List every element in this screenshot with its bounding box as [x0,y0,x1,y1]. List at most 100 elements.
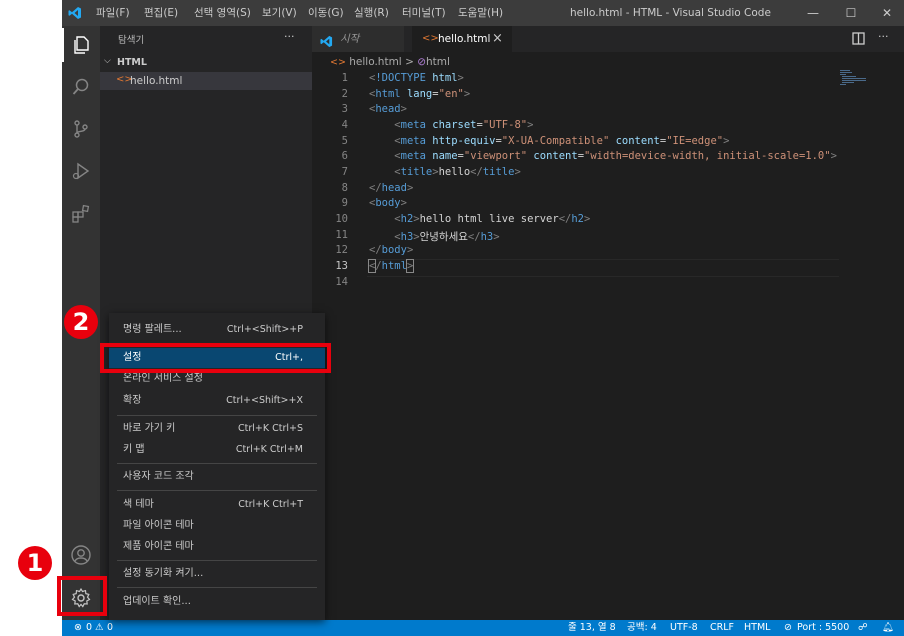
menu-item-settings-sync[interactable]: 설정 동기화 켜기... [109,564,325,584]
warning-icon[interactable]: ⚠ [95,620,104,636]
line-number: 9 [341,197,348,209]
feedback-icon[interactable]: ☍ [858,620,868,636]
menu-item-command-palette[interactable]: 명령 팔레트... Ctrl+<Shift>+P [109,320,325,340]
vscode-logo-icon [68,6,82,23]
code-line-13: </html> [367,259,415,273]
live-server-port[interactable]: Port : 5500 [797,620,849,636]
file-hello-html[interactable]: <> hello.html [100,72,312,90]
folder-html[interactable]: ⌵ HTML [100,54,312,72]
language-mode[interactable]: HTML [744,620,770,636]
line-number: 6 [341,150,348,162]
code-line-10: <h2>hello html live server</h2> [394,213,591,225]
line-ending[interactable]: CRLF [710,620,734,636]
code-line-6: <meta name="viewport" content="width=dev… [394,150,837,162]
menu-item-user-snippets[interactable]: 사용자 코드 조각 [109,467,325,487]
line-number: 1 [341,72,348,84]
close-window-button[interactable]: ✕ [872,0,902,26]
code-line-3: <head> [369,103,407,115]
menu-item-extensions[interactable]: 확장 Ctrl+<Shift>+X [109,391,325,411]
line-number: 3 [341,103,348,115]
explorer-header: 탐색기 [118,35,145,46]
menu-item-keymaps[interactable]: 키 맵 Ctrl+K Ctrl+M [109,440,325,460]
code-line-8: </head> [369,182,414,194]
minimize-button[interactable]: — [798,0,828,26]
status-bar: ⊗ 0 ⚠ 0 줄 13, 열 8 공백: 4 UTF-8 CRLF HTML … [62,620,904,636]
line-number: 13 [335,260,348,272]
menu-selection[interactable]: 선택 영역(S) [194,0,251,26]
menu-run[interactable]: 실행(R) [354,0,389,26]
menu-item-check-updates[interactable]: 업데이트 확인... [109,592,325,612]
settings-highlight-box [100,343,331,373]
line-number: 7 [341,166,348,178]
line-number: 12 [335,244,348,256]
tab-hello-html[interactable]: <> hello.html × [412,26,512,52]
source-control-icon[interactable] [62,112,100,146]
code-line-4: <meta charset="UTF-8"> [394,119,534,131]
accounts-icon[interactable] [62,538,100,572]
line-number: 2 [341,88,348,100]
step-1-badge: 1 [18,546,52,580]
error-count[interactable]: 0 [86,620,92,636]
explorer-more-icon[interactable]: ··· [284,30,295,43]
warning-count[interactable]: 0 [107,620,113,636]
encoding[interactable]: UTF-8 [670,620,698,636]
editor-more-icon[interactable]: ··· [878,30,889,43]
tab-close-icon[interactable]: × [492,26,503,52]
html-file-icon: <> [422,33,439,44]
menu-view[interactable]: 보기(V) [262,0,297,26]
indentation[interactable]: 공백: 4 [627,620,657,636]
minimap[interactable] [840,70,868,90]
menu-item-file-icon-theme[interactable]: 파일 아이콘 테마 [109,516,325,536]
explorer-icon[interactable] [62,28,100,62]
code-editor[interactable]: <> hello.html > ⊘html 1 2 3 4 5 6 7 8 9 10 11 12 13 1… [312,52,904,620]
line-number: 4 [341,119,348,131]
menu-separator [117,560,317,561]
chevron-down-icon: ⌵ [104,56,111,66]
line-number: 14 [335,276,348,288]
menu-item-product-icon-theme[interactable]: 제품 아이콘 테마 [109,537,325,557]
code-line-7: <title>hello</title> [394,166,521,178]
window-title: hello.html - HTML - Visual Studio Code [570,7,771,19]
code-line-1: <!DOCTYPE html> [369,72,464,84]
breadcrumb-file[interactable]: hello.html [349,56,401,68]
menu-edit[interactable]: 편집(E) [144,0,178,26]
menu-item-keyboard-shortcuts[interactable]: 바로 가기 키 Ctrl+K Ctrl+S [109,419,325,439]
gear-highlight-box [57,576,107,616]
extensions-icon[interactable] [62,196,100,230]
element-node-icon: ⊘ [417,56,427,68]
code-line-9: <body> [369,197,407,209]
tab-welcome[interactable]: 시작 [312,26,404,52]
line-number: 11 [335,229,348,241]
search-icon[interactable] [62,70,100,104]
cursor-position[interactable]: 줄 13, 열 8 [568,620,616,636]
menu-terminal[interactable]: 터미널(T) [402,0,446,26]
breadcrumb-node[interactable]: html [426,56,450,68]
tabs-bar: 시작 <> hello.html × ··· [312,26,904,52]
split-editor-icon[interactable] [852,32,865,48]
menu-separator [117,463,317,464]
error-icon[interactable]: ⊗ [74,620,82,636]
notifications-bell-icon[interactable]: 🔔︎ [882,620,894,636]
code-line-11: <h3>안녕하세요</h3> [394,231,500,243]
breadcrumb: <> hello.html > ⊘html [330,54,450,71]
menu-help[interactable]: 도움말(H) [458,0,503,26]
menu-file[interactable]: 파일(F) [96,0,130,26]
maximize-button[interactable]: ☐ [836,0,866,26]
line-number: 10 [335,213,348,225]
line-number: 8 [341,182,348,194]
menu-separator [117,490,317,491]
code-line-2: <html lang="en"> [369,88,471,100]
line-number: 5 [341,135,348,147]
menu-separator [117,587,317,588]
tab-label: hello.html [438,33,491,45]
tab-label: 시작 [340,33,360,45]
live-server-icon[interactable]: ⊘ [784,620,792,636]
menu-go[interactable]: 이동(G) [308,0,344,26]
run-debug-icon[interactable] [62,154,100,188]
menu-separator [117,415,317,416]
folder-label: HTML [117,57,147,68]
title-bar: 파일(F) 편집(E) 선택 영역(S) 보기(V) 이동(G) 실행(R) 터… [62,0,904,26]
file-label: hello.html [130,75,183,87]
code-line-5: <meta http-equiv="X-UA-Compatible" conte… [394,135,730,147]
menu-item-color-theme[interactable]: 색 테마 Ctrl+K Ctrl+T [109,495,325,515]
